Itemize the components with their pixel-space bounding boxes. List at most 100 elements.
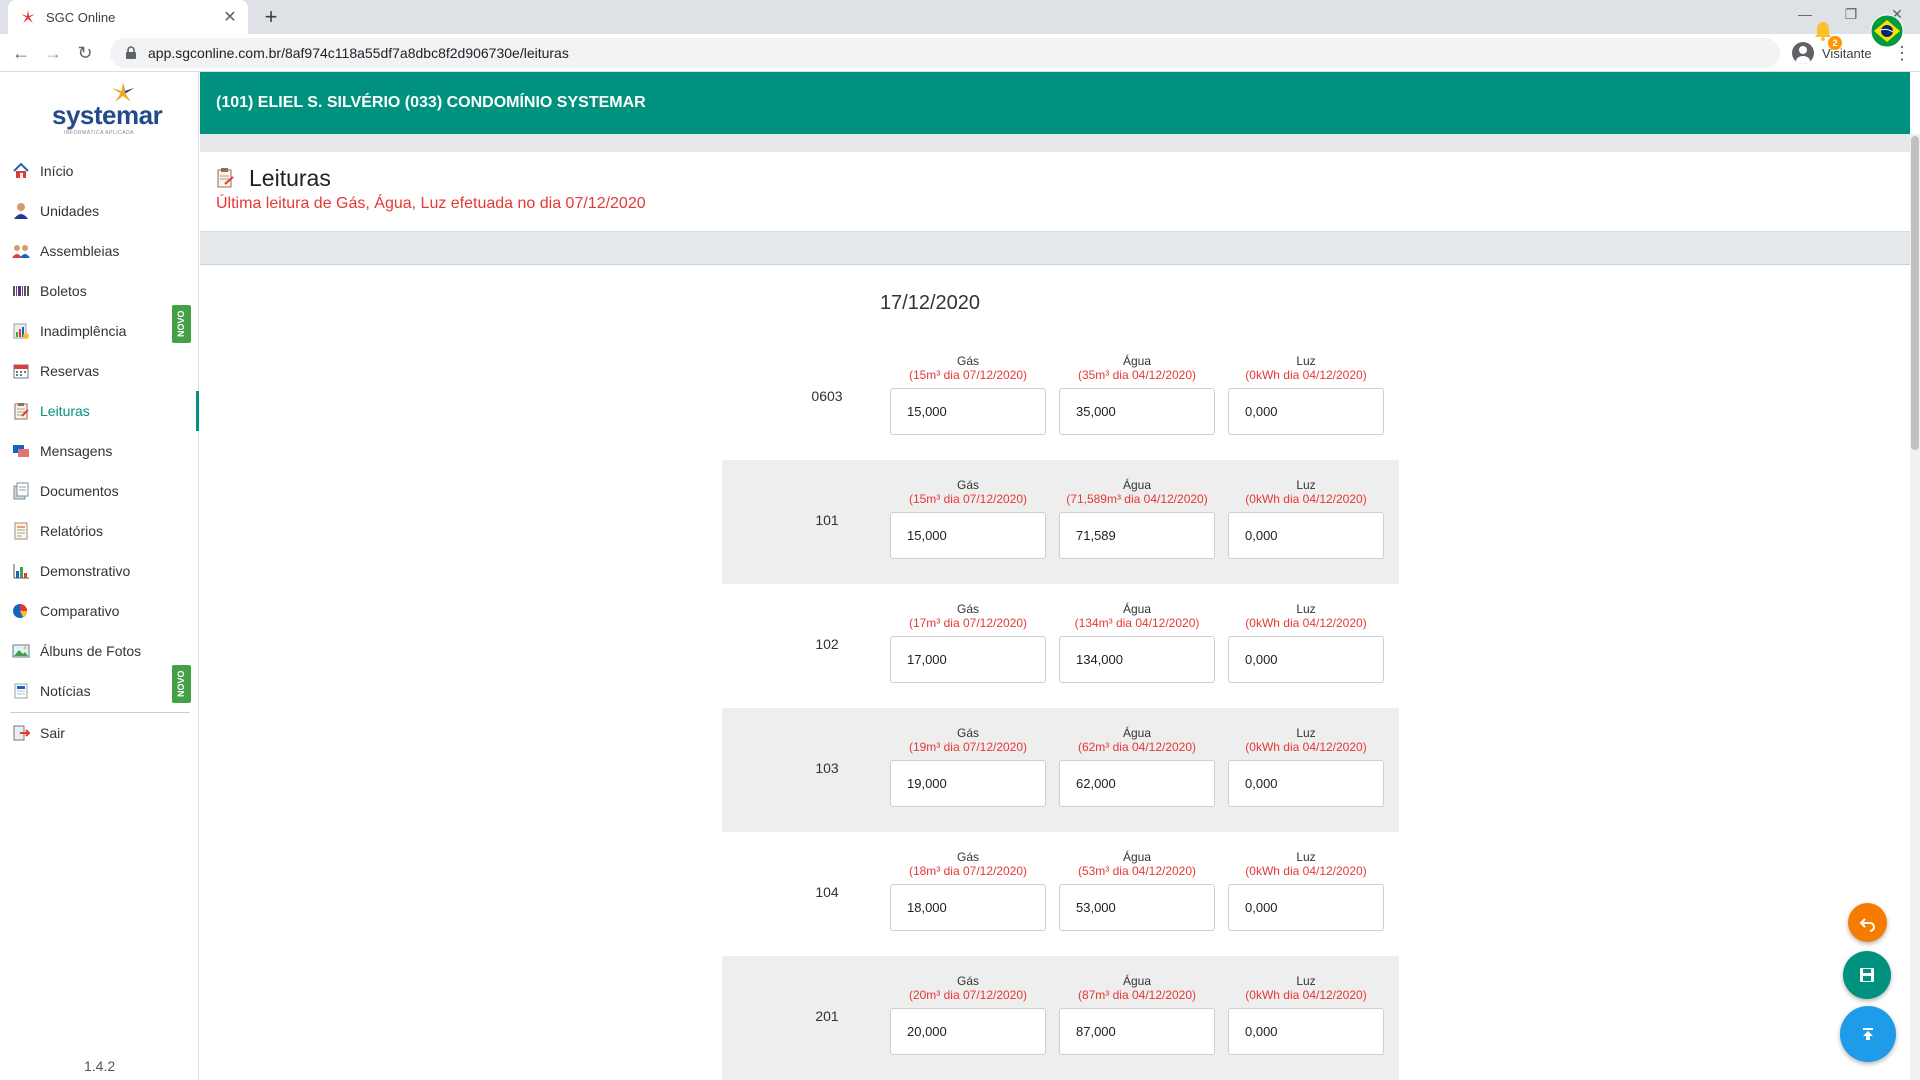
water-field: Água (62m³ dia 04/12/2020) 62,000 [1059,726,1215,807]
unit-number: 103 [815,760,839,776]
sidebar-item-inadimplencia[interactable]: Inadimplência [0,311,199,351]
sidebar-item-label: Inadimplência [40,323,127,339]
previous-reading-hint: (134m³ dia 04/12/2020) [1074,616,1200,630]
sidebar-item-label: Leituras [40,403,90,419]
sidebar-item-label: Boletos [40,283,87,299]
person-icon [14,203,28,219]
arrow-up-icon [1863,1028,1873,1040]
reading-row: 104 Gás (18m³ dia 07/12/2020) 18,000 Água (53… [722,832,1399,956]
gas-input[interactable]: 19,000 [890,760,1046,807]
previous-reading-hint: (0kWh dia 04/12/2020) [1245,988,1367,1002]
gas-field: Gás (15m³ dia 07/12/2020) 15,000 [890,478,1046,559]
brazil-flag-icon[interactable] [1870,14,1904,48]
sidebar-item-documentos[interactable]: Documentos [0,471,199,511]
sidebar-item-noticias[interactable]: Notícias [0,671,199,711]
field-label: Água [1122,354,1152,368]
calendar-icon [13,364,29,379]
reading-row: 201 Gás (20m³ dia 07/12/2020) 20,000 Água (87… [722,956,1399,1080]
browser-tab[interactable]: SGC Online ✕ [8,0,248,34]
previous-reading-hint: (0kWh dia 04/12/2020) [1245,864,1367,878]
scroll-top-button[interactable] [1840,1006,1896,1062]
gas-input[interactable]: 20,000 [890,1008,1046,1055]
water-input[interactable]: 53,000 [1059,884,1215,931]
gas-input[interactable]: 15,000 [890,512,1046,559]
previous-reading-hint: (0kWh dia 04/12/2020) [1245,492,1367,506]
reload-icon[interactable]: ↻ [72,40,98,66]
sidebar-item-label: Demonstrativo [40,563,131,579]
sidebar-item-label: Mensagens [40,443,113,459]
water-input[interactable]: 71,589 [1059,512,1215,559]
sidebar-item-mensagens[interactable]: Mensagens [0,431,199,471]
light-input[interactable]: 0,000 [1228,388,1384,435]
light-field: Luz (0kWh dia 04/12/2020) 0,000 [1228,726,1384,807]
gas-input[interactable]: 15,000 [890,388,1046,435]
light-input[interactable]: 0,000 [1228,636,1384,683]
restore-icon[interactable]: ❐ [1828,0,1874,30]
sidebar-item-unidades[interactable]: Unidades [0,191,199,231]
sidebar-item-sair[interactable]: Sair [0,713,199,753]
sidebar-item-label: Unidades [40,203,100,219]
group-icon [12,245,30,258]
field-label: Gás [956,726,979,740]
sidebar-item-boletos[interactable]: Boletos [0,271,199,311]
water-field: Água (134m³ dia 04/12/2020) 134,000 [1059,602,1215,683]
light-field: Luz (0kWh dia 04/12/2020) 0,000 [1228,478,1384,559]
previous-reading-hint: (18m³ dia 07/12/2020) [908,864,1028,878]
back-icon[interactable]: ← [8,40,34,66]
sidebar-item-demonstrativo[interactable]: Demonstrativo [0,551,199,591]
water-field: Água (87m³ dia 04/12/2020) 87,000 [1059,974,1215,1055]
sidebar-item-label: Relatórios [40,523,104,539]
sidebar-item-reservas[interactable]: Reservas [0,351,199,391]
undo-icon [1859,917,1875,932]
previous-reading-hint: (62m³ dia 04/12/2020) [1077,740,1197,754]
sidebar-item-albuns[interactable]: Álbuns de Fotos [0,631,199,671]
chart-icon [13,323,29,339]
light-input[interactable]: 0,000 [1228,884,1384,931]
new-tab-icon[interactable]: + [258,4,284,30]
light-input[interactable]: 0,000 [1228,512,1384,559]
gas-input[interactable]: 18,000 [890,884,1046,931]
gas-field: Gás (15m³ dia 07/12/2020) 15,000 [890,354,1046,435]
systemar-logo[interactable]: systemar INFORMÁTICA APLICADA [52,82,163,136]
barcode-icon [13,286,29,296]
save-button[interactable] [1843,951,1891,999]
forward-icon[interactable]: → [40,40,66,66]
lock-icon [126,46,136,59]
browser-toolbar: ← → ↻ app.sgconline.com.br/8af974c118a55… [0,34,1920,72]
light-input[interactable]: 0,000 [1228,1008,1384,1055]
water-input[interactable]: 62,000 [1059,760,1215,807]
previous-reading-hint: (35m³ dia 04/12/2020) [1077,368,1197,382]
gas-field: Gás (18m³ dia 07/12/2020) 18,000 [890,850,1046,931]
gas-input[interactable]: 17,000 [890,636,1046,683]
field-label: Água [1122,478,1152,492]
sidebar-item-inicio[interactable]: Início [0,151,199,191]
undo-button[interactable] [1848,903,1887,942]
photo-icon [12,644,30,658]
sidebar-item-label: Sair [40,725,65,741]
field-label: Água [1122,726,1152,740]
sidebar-item-relatorios[interactable]: Relatórios [0,511,199,551]
browser-tab-title: SGC Online [46,9,116,25]
water-input[interactable]: 35,000 [1059,388,1215,435]
field-label: Gás [956,602,979,616]
header-title: (101) ELIEL S. SILVÉRIO (033) CONDOMÍNIO… [216,94,646,111]
sidebar-item-label: Início [40,163,74,179]
light-input[interactable]: 0,000 [1228,760,1384,807]
field-label: Água [1122,602,1152,616]
sidebar-item-assembleias[interactable]: Assembleias [0,231,199,271]
sidebar-item-leituras[interactable]: Leituras [0,391,199,431]
tab-close-icon[interactable]: ✕ [218,7,242,27]
address-bar[interactable]: app.sgconline.com.br/8af974c118a55df7a8d… [110,38,1780,68]
water-input[interactable]: 87,000 [1059,1008,1215,1055]
water-input[interactable]: 134,000 [1059,636,1215,683]
documents-icon [13,482,29,500]
reading-row: 102 Gás (17m³ dia 07/12/2020) 17,000 Água (13… [722,584,1399,708]
field-label: Luz [1296,850,1316,864]
sidebar-item-comparativo[interactable]: Comparativo [0,591,199,631]
scrollbar-thumb[interactable] [1911,136,1919,450]
sidebar-item-label: Notícias [40,683,91,699]
report-icon [14,522,28,540]
save-icon [1860,968,1874,982]
gas-field: Gás (20m³ dia 07/12/2020) 20,000 [890,974,1046,1055]
previous-reading-hint: (20m³ dia 07/12/2020) [908,988,1028,1002]
